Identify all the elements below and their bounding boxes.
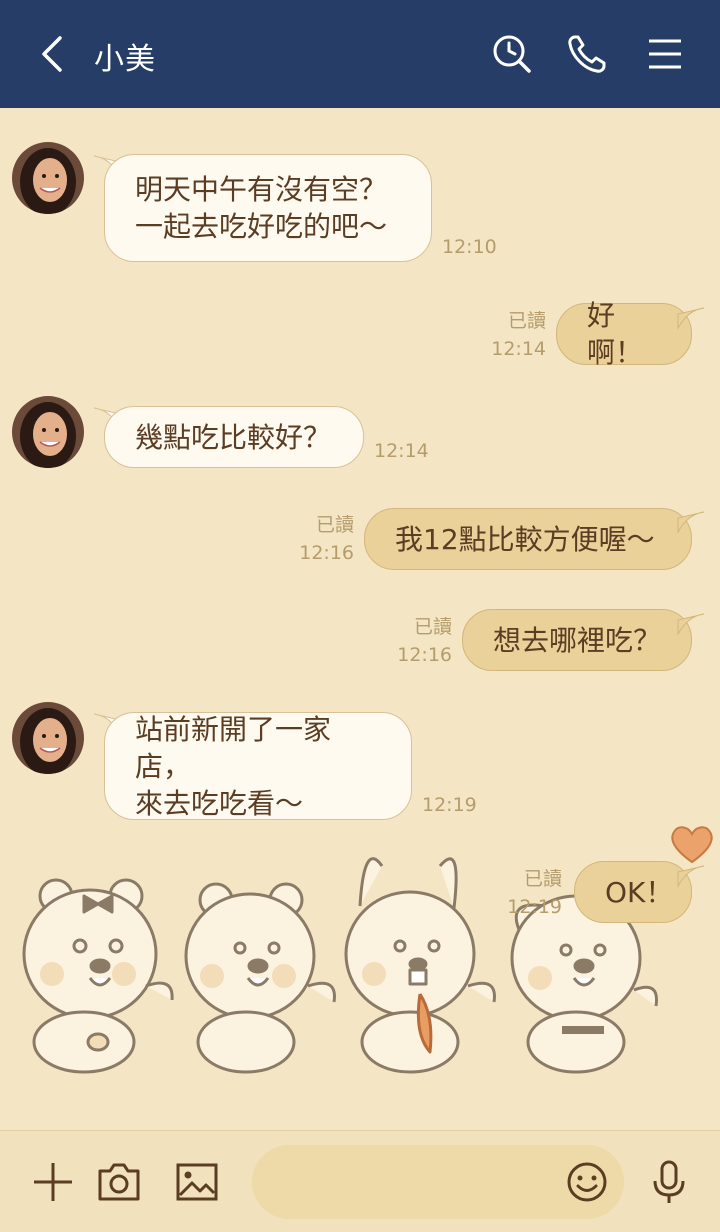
message-time: 12:14 (491, 338, 546, 360)
message-bubble-outgoing[interactable]: OK！ (574, 861, 692, 923)
read-receipt: 已讀 (507, 310, 546, 332)
message-bubble-incoming[interactable]: 站前新開了一家店， 來去吃吃看～ (104, 712, 412, 820)
avatar[interactable] (12, 396, 84, 468)
avatar[interactable] (12, 142, 84, 214)
message-text: 想去哪裡吃？ (493, 623, 662, 657)
microphone-icon[interactable] (646, 1159, 692, 1205)
chat-area[interactable]: 明天中午有沒有空？ 一起去吃好吃的吧～ 12:10 已讀 12:14 好啊！ 幾… (0, 108, 720, 1130)
avatar[interactable] (12, 702, 84, 774)
message-time: 12:14 (374, 440, 429, 462)
chevron-left-icon[interactable] (36, 34, 72, 74)
message-bubble-outgoing[interactable]: 想去哪裡吃？ (462, 609, 692, 671)
camera-icon[interactable] (96, 1159, 142, 1205)
message-bubble-incoming[interactable]: 明天中午有沒有空？ 一起去吃好吃的吧～ (104, 154, 432, 262)
message-time: 12:16 (299, 542, 354, 564)
message-bubble-outgoing[interactable]: 好啊！ (556, 299, 692, 369)
chat-title: 小美 (94, 42, 156, 77)
emoji-icon[interactable] (564, 1159, 610, 1205)
message-text: 幾點吃比較好？ (135, 420, 332, 454)
phone-icon[interactable] (565, 32, 609, 76)
plus-icon[interactable] (30, 1159, 76, 1205)
message-time: 12:19 (507, 896, 562, 918)
message-time: 12:19 (422, 794, 477, 816)
bubble-tail (677, 307, 705, 330)
image-icon[interactable] (174, 1159, 220, 1205)
message-text: OK！ (605, 875, 674, 909)
message-text: 我12點比較方便喔～ (395, 522, 655, 556)
bubble-tail (677, 511, 705, 534)
bubble-tail (677, 613, 705, 636)
chat-header: 小美 (0, 0, 720, 108)
search-history-icon[interactable] (490, 32, 534, 76)
message-text: 明天中午有沒有空？ 一起去吃好吃的吧～ (135, 173, 388, 243)
menu-icon[interactable] (643, 32, 687, 76)
read-receipt: 已讀 (315, 514, 354, 536)
bubble-tail (677, 865, 705, 888)
message-time: 12:10 (442, 236, 497, 258)
message-bubble-outgoing[interactable]: 我12點比較方便喔～ (364, 508, 692, 570)
read-receipt: 已讀 (523, 868, 562, 890)
message-input-bar (0, 1130, 720, 1232)
read-receipt: 已讀 (413, 616, 452, 638)
message-text: 站前新開了一家店， 來去吃吃看～ (135, 712, 332, 820)
message-time: 12:16 (397, 644, 452, 666)
heart-icon (671, 826, 713, 864)
message-bubble-incoming[interactable]: 幾點吃比較好？ (104, 406, 364, 468)
message-text: 好啊！ (587, 299, 644, 369)
